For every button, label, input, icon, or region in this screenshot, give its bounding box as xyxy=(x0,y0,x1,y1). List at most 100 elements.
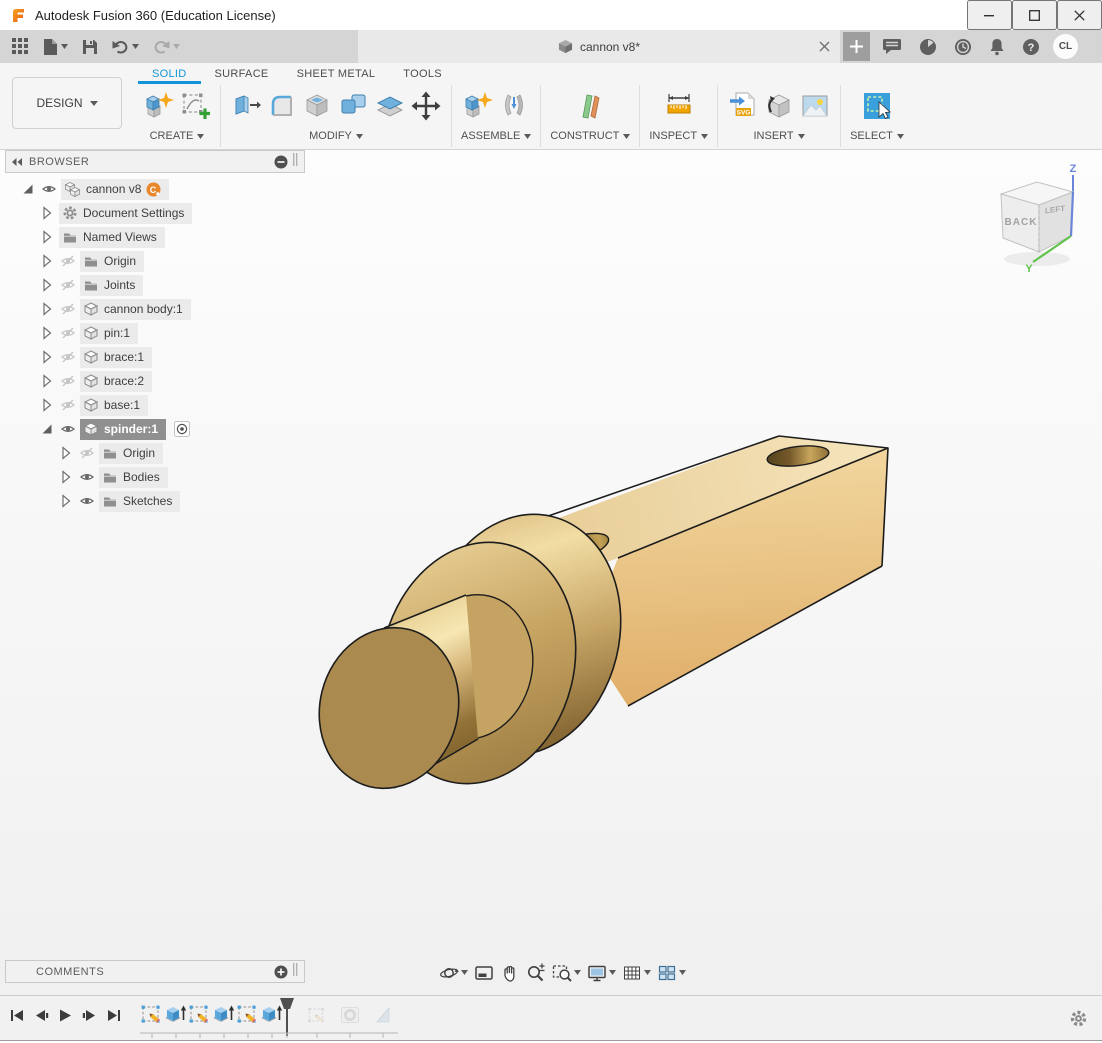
timeline-extrude-feature[interactable] xyxy=(164,1002,188,1031)
viewcube-back-face[interactable]: BACK xyxy=(1005,217,1038,228)
timeline-sketch-feature[interactable] xyxy=(140,1002,164,1031)
group-label-select[interactable]: SELECT xyxy=(850,130,904,147)
collapse-toggle[interactable] xyxy=(19,181,36,197)
browser-row[interactable]: Origin xyxy=(5,249,305,273)
comments-header[interactable]: COMMENTS xyxy=(5,960,305,983)
group-label-modify[interactable]: MODIFY xyxy=(309,130,363,147)
tree-item[interactable]: Origin xyxy=(80,251,144,272)
notifications-button[interactable] xyxy=(985,35,1009,59)
maximize-button[interactable] xyxy=(1012,0,1057,30)
expand-toggle[interactable] xyxy=(38,277,55,293)
minus-circle-icon[interactable] xyxy=(274,155,288,169)
visibility-toggle[interactable] xyxy=(78,445,95,461)
expand-toggle[interactable] xyxy=(38,205,55,221)
help-button[interactable]: ? xyxy=(1018,35,1044,59)
group-label-inspect[interactable]: INSPECT xyxy=(649,130,708,147)
collapse-toggle[interactable] xyxy=(38,421,55,437)
create-sketch-button[interactable] xyxy=(179,90,211,125)
expand-toggle[interactable] xyxy=(57,469,74,485)
tree-item[interactable]: brace:1 xyxy=(80,347,152,368)
timeline-sketch-feature[interactable] xyxy=(236,1002,260,1031)
timeline-extrude-feature[interactable] xyxy=(212,1002,236,1031)
move-button[interactable] xyxy=(410,90,442,125)
save-button[interactable] xyxy=(78,36,102,58)
visibility-toggle[interactable] xyxy=(59,421,76,437)
document-tab[interactable]: cannon v8* xyxy=(358,30,840,63)
browser-row[interactable]: Document Settings xyxy=(5,201,305,225)
timeline-mirror-feature[interactable] xyxy=(373,1005,393,1030)
tree-item[interactable]: Sketches xyxy=(99,491,180,512)
tree-item[interactable]: pin:1 xyxy=(80,323,138,344)
browser-row[interactable]: cannon body:1 xyxy=(5,297,305,321)
visibility-toggle[interactable] xyxy=(59,373,76,389)
redo-button[interactable] xyxy=(149,37,184,57)
viewports-button[interactable] xyxy=(655,962,688,984)
new-component-button[interactable] xyxy=(462,90,494,125)
tab-tools[interactable]: TOOLS xyxy=(389,66,456,84)
expand-toggle[interactable] xyxy=(57,445,74,461)
visibility-toggle[interactable] xyxy=(59,301,76,317)
browser-row[interactable]: pin:1 xyxy=(5,321,305,345)
browser-row[interactable]: brace:1 xyxy=(5,345,305,369)
recent-button[interactable] xyxy=(950,35,976,59)
group-label-create[interactable]: CREATE xyxy=(150,130,205,147)
browser-row[interactable]: base:1 xyxy=(5,393,305,417)
browser-row[interactable]: brace:2 xyxy=(5,369,305,393)
tab-sheet-metal[interactable]: SHEET METAL xyxy=(283,66,390,84)
app-grid-button[interactable] xyxy=(8,35,33,58)
model-spinder[interactable] xyxy=(300,420,920,840)
collapse-panel-icon[interactable] xyxy=(12,158,22,166)
timeline-revolve-feature[interactable] xyxy=(340,1005,360,1030)
browser-row[interactable]: Bodies xyxy=(5,465,305,489)
timeline-settings-button[interactable] xyxy=(1069,1009,1088,1031)
panel-grip[interactable] xyxy=(293,153,298,171)
tab-solid[interactable]: SOLID xyxy=(138,66,201,84)
fit-button[interactable] xyxy=(550,962,583,984)
expand-toggle[interactable] xyxy=(38,325,55,341)
canvas-image-button[interactable] xyxy=(799,90,831,125)
group-label-insert[interactable]: INSERT xyxy=(753,130,804,147)
group-label-construct[interactable]: CONSTRUCT xyxy=(550,130,630,147)
select-button[interactable] xyxy=(861,90,893,125)
visibility-toggle[interactable] xyxy=(78,469,95,485)
insert-mesh-button[interactable] xyxy=(763,90,795,125)
expand-toggle[interactable] xyxy=(38,349,55,365)
plus-circle-icon[interactable] xyxy=(274,965,288,979)
visibility-toggle[interactable] xyxy=(59,253,76,269)
browser-header[interactable]: BROWSER xyxy=(5,150,305,173)
visibility-toggle[interactable] xyxy=(59,277,76,293)
display-settings-button[interactable] xyxy=(585,962,618,984)
viewport-canvas[interactable]: Z BACK LEFT Y BROWSER cannon v8CDocument… xyxy=(0,150,1102,995)
grid-layout-button[interactable] xyxy=(620,962,653,984)
joint-button[interactable] xyxy=(498,90,530,125)
tree-item[interactable]: cannon body:1 xyxy=(80,299,191,320)
browser-row[interactable]: spinder:1 xyxy=(5,417,305,441)
activate-component-radio[interactable] xyxy=(174,421,190,437)
tree-item[interactable]: brace:2 xyxy=(80,371,152,392)
minimize-button[interactable] xyxy=(967,0,1012,30)
new-tab-button[interactable] xyxy=(843,32,870,61)
tree-item[interactable]: cannon v8C xyxy=(61,179,169,200)
browser-row[interactable]: Named Views xyxy=(5,225,305,249)
visibility-toggle[interactable] xyxy=(59,325,76,341)
panel-grip[interactable] xyxy=(293,963,298,981)
tree-item[interactable]: spinder:1 xyxy=(80,419,166,440)
tree-item[interactable]: Origin xyxy=(99,443,163,464)
tree-item[interactable]: Bodies xyxy=(99,467,168,488)
expand-toggle[interactable] xyxy=(38,301,55,317)
workspace-selector[interactable]: DESIGN xyxy=(12,77,122,129)
viewcube[interactable]: Z BACK LEFT Y xyxy=(985,160,1095,278)
expand-toggle[interactable] xyxy=(38,373,55,389)
timeline-sketch-feature[interactable] xyxy=(307,1005,327,1030)
close-window-button[interactable] xyxy=(1057,0,1102,30)
browser-row[interactable]: Joints xyxy=(5,273,305,297)
press-pull-button[interactable] xyxy=(230,90,262,125)
file-button[interactable] xyxy=(39,35,72,59)
browser-row[interactable]: Origin xyxy=(5,441,305,465)
close-tab-button[interactable] xyxy=(819,40,830,55)
undo-button[interactable] xyxy=(108,37,143,57)
orbit-button[interactable] xyxy=(437,962,470,984)
timeline-ruler[interactable] xyxy=(138,1032,408,1040)
visibility-toggle[interactable] xyxy=(40,181,57,197)
tree-item[interactable]: base:1 xyxy=(80,395,148,416)
